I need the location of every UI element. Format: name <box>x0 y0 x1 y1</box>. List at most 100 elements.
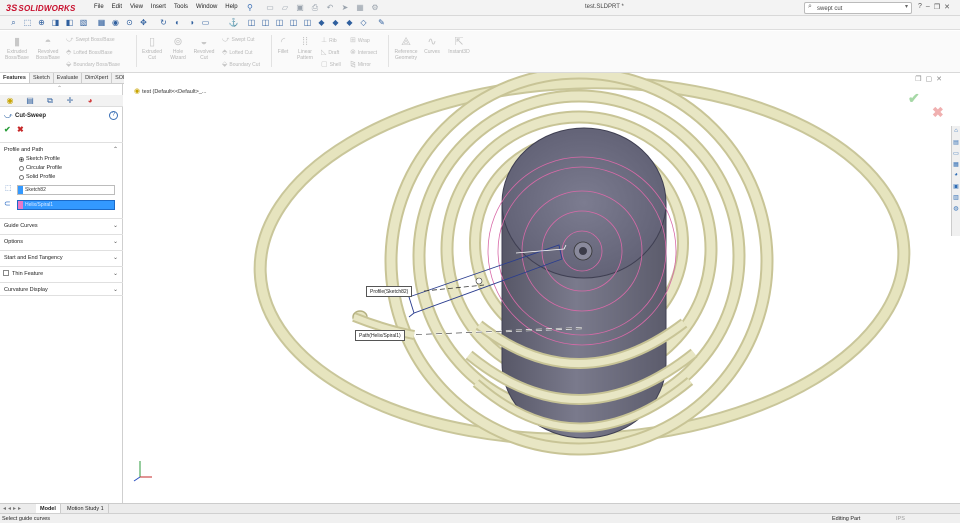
viewport-restore-icon[interactable]: ❐ <box>915 75 921 83</box>
appearances-icon[interactable]: ◕ <box>952 172 960 181</box>
appearance-icon[interactable]: ◐ <box>172 17 183 28</box>
previous-view-icon[interactable]: ◨ <box>50 17 61 28</box>
tab-sketch[interactable]: Sketch <box>30 73 54 83</box>
rotate-icon[interactable]: ✥ <box>138 17 149 28</box>
hide-show-icon[interactable]: ◉ <box>110 17 121 28</box>
solidworks-forum-icon[interactable]: ◍ <box>952 205 960 214</box>
measure-icon[interactable]: ✎ <box>376 17 387 28</box>
custom-properties-icon[interactable]: ▣ <box>952 183 960 192</box>
radio-button[interactable] <box>19 174 24 180</box>
section-guide-curves[interactable]: Guide Curves ⌄ <box>0 218 123 232</box>
boundary-boss-button[interactable]: ⬙ Boundary Boss/Base <box>66 60 120 68</box>
solidworks-logo[interactable]: 3S SOLIDWORKS <box>6 2 76 14</box>
zoom-fit-icon[interactable]: ⬚ <box>22 17 33 28</box>
extruded-boss-button[interactable]: ▮ Extruded Boss/Base <box>2 35 32 61</box>
design-library-icon[interactable]: ▤ <box>952 139 960 148</box>
minimize-icon[interactable]: – <box>926 3 930 11</box>
normal-to-icon[interactable]: ◇ <box>358 17 369 28</box>
tab-nav-arrows-icon[interactable]: ◂◂▸▸ <box>3 505 23 512</box>
tab-evaluate[interactable]: Evaluate <box>54 73 83 83</box>
undo-icon[interactable]: ↶ <box>324 2 336 13</box>
menu-insert[interactable]: Insert <box>147 3 170 11</box>
section-start-end-tangency[interactable]: Start and End Tangency ⌄ <box>0 250 123 264</box>
units-selector[interactable]: IPS <box>896 516 905 522</box>
help-question-icon[interactable]: ? <box>918 3 922 11</box>
revolved-boss-button[interactable]: ◓ Revolved Boss/Base <box>33 35 63 61</box>
viewport-close-icon[interactable]: ✕ <box>936 75 942 83</box>
section-curvature-display[interactable]: Curvature Display ⌄ <box>0 282 123 296</box>
section-view-icon[interactable]: ◧ <box>64 17 75 28</box>
view-orientation-icon[interactable]: ▧ <box>78 17 89 28</box>
anchor-icon[interactable]: ⚓ <box>228 17 239 28</box>
confirmation-corner-ok-icon[interactable]: ✔ <box>908 90 920 107</box>
cancel-button[interactable]: ✖ <box>17 125 24 134</box>
new-document-icon[interactable]: ▭ <box>264 2 276 13</box>
rib-button[interactable]: ⊥ Rib <box>321 36 337 44</box>
dimxpert-manager-tab-icon[interactable]: ✛ <box>60 95 80 106</box>
radio-circular-profile[interactable]: Circular Profile <box>19 164 62 172</box>
linear-pattern-button[interactable]: ⁞⁞ Linear Pattern <box>293 35 317 61</box>
shell-button[interactable]: ▢ Shell <box>321 60 341 68</box>
thin-feature-checkbox[interactable] <box>3 270 9 276</box>
display-manager-tab-icon[interactable]: ◕ <box>80 95 100 106</box>
view-right-icon[interactable]: ◫ <box>288 17 299 28</box>
path-selection-field[interactable]: Helix/Spiral1 <box>17 200 115 210</box>
confirmation-corner-cancel-icon[interactable]: ✖ <box>932 104 944 121</box>
open-folder-icon[interactable]: ▱ <box>279 2 291 13</box>
search-dropdown-icon[interactable]: ▾ <box>905 3 908 10</box>
display-style-icon[interactable]: ▦ <box>96 17 107 28</box>
property-manager-tab-icon[interactable]: ▤ <box>20 95 40 106</box>
print-icon[interactable]: ⎙ <box>309 2 321 13</box>
feature-tree-flyout[interactable]: ◉ test (Default<<Default>_... <box>134 87 206 95</box>
menu-edit[interactable]: Edit <box>108 3 126 11</box>
curves-button[interactable]: ∿ Curves <box>422 35 442 55</box>
view-palette-icon[interactable]: ▦ <box>952 161 960 170</box>
graphics-area[interactable]: ◉ test (Default<<Default>_... ❐ ▢ ✕ ✔ ✖ ⌂… <box>124 73 960 503</box>
radio-sketch-profile[interactable]: Sketch Profile <box>19 155 60 163</box>
menu-view[interactable]: View <box>126 3 147 11</box>
tab-dimxpert[interactable]: DimXpert <box>82 73 113 83</box>
fillet-button[interactable]: ◜ Fillet <box>273 35 293 55</box>
wrap-button[interactable]: ⊞ Wrap <box>350 36 370 44</box>
feature-tree-tab-icon[interactable]: ◉ <box>0 95 20 106</box>
forum-icon[interactable]: ▥ <box>952 194 960 203</box>
hole-wizard-button[interactable]: ⊚ Hole Wizard <box>166 35 190 61</box>
monitor-icon[interactable]: ▭ <box>200 17 211 28</box>
save-icon[interactable]: ▣ <box>294 2 306 13</box>
search-box[interactable]: ⌕ ▾ <box>804 2 912 14</box>
menu-help[interactable]: Help <box>221 3 241 11</box>
menu-window[interactable]: Window <box>192 3 221 11</box>
intersect-button[interactable]: ⊗ Intersect <box>350 48 377 56</box>
swept-boss-button[interactable]: ⤻ Swept Boss/Base <box>66 36 115 44</box>
lofted-cut-button[interactable]: ⬘ Lofted Cut <box>222 48 252 56</box>
options-gear-icon[interactable]: ⚙ <box>369 2 381 13</box>
restore-icon[interactable]: ❐ <box>934 3 940 11</box>
profile-selection-field[interactable]: Sketch82 <box>17 185 115 195</box>
view-back-icon[interactable]: ◫ <box>260 17 271 28</box>
view-front-icon[interactable]: ◫ <box>246 17 257 28</box>
profile-callout[interactable]: Profile(Sketch82) <box>366 286 413 297</box>
search-input[interactable] <box>817 4 897 13</box>
rebuild-icon[interactable]: ▦ <box>354 2 366 13</box>
view-left-icon[interactable]: ◫ <box>274 17 285 28</box>
collapse-arrow-icon[interactable]: ⌃ <box>57 85 62 92</box>
view-trimetric-icon[interactable]: ◆ <box>344 17 355 28</box>
radio-button[interactable] <box>19 156 24 162</box>
mirror-button[interactable]: ⧎ Mirror <box>350 60 371 68</box>
section-profile-and-path[interactable]: Profile and Path ⌃ <box>0 142 123 156</box>
file-explorer-icon[interactable]: ▭ <box>952 150 960 159</box>
resources-icon[interactable]: ⌂ <box>952 128 960 137</box>
select-arrow-icon[interactable]: ➤ <box>339 2 351 13</box>
reference-geometry-button[interactable]: ⟁ Reference Geometry <box>390 35 422 61</box>
swept-cut-button[interactable]: ⤻ Swept Cut <box>222 36 255 44</box>
pin-icon[interactable]: ⚲ <box>247 3 253 12</box>
section-options[interactable]: Options ⌄ <box>0 234 123 248</box>
close-icon[interactable]: ✕ <box>944 3 950 11</box>
ok-button[interactable]: ✔ <box>4 125 11 134</box>
scene-icon[interactable]: ◑ <box>186 17 197 28</box>
section-thin-feature[interactable]: Thin Feature ⌄ <box>0 266 123 280</box>
extruded-cut-button[interactable]: ▯ Extruded Cut <box>138 35 166 61</box>
boundary-cut-button[interactable]: ⬙ Boundary Cut <box>222 60 260 68</box>
viewport-maximize-icon[interactable]: ▢ <box>926 75 933 83</box>
view-iso-icon[interactable]: ◆ <box>316 17 327 28</box>
